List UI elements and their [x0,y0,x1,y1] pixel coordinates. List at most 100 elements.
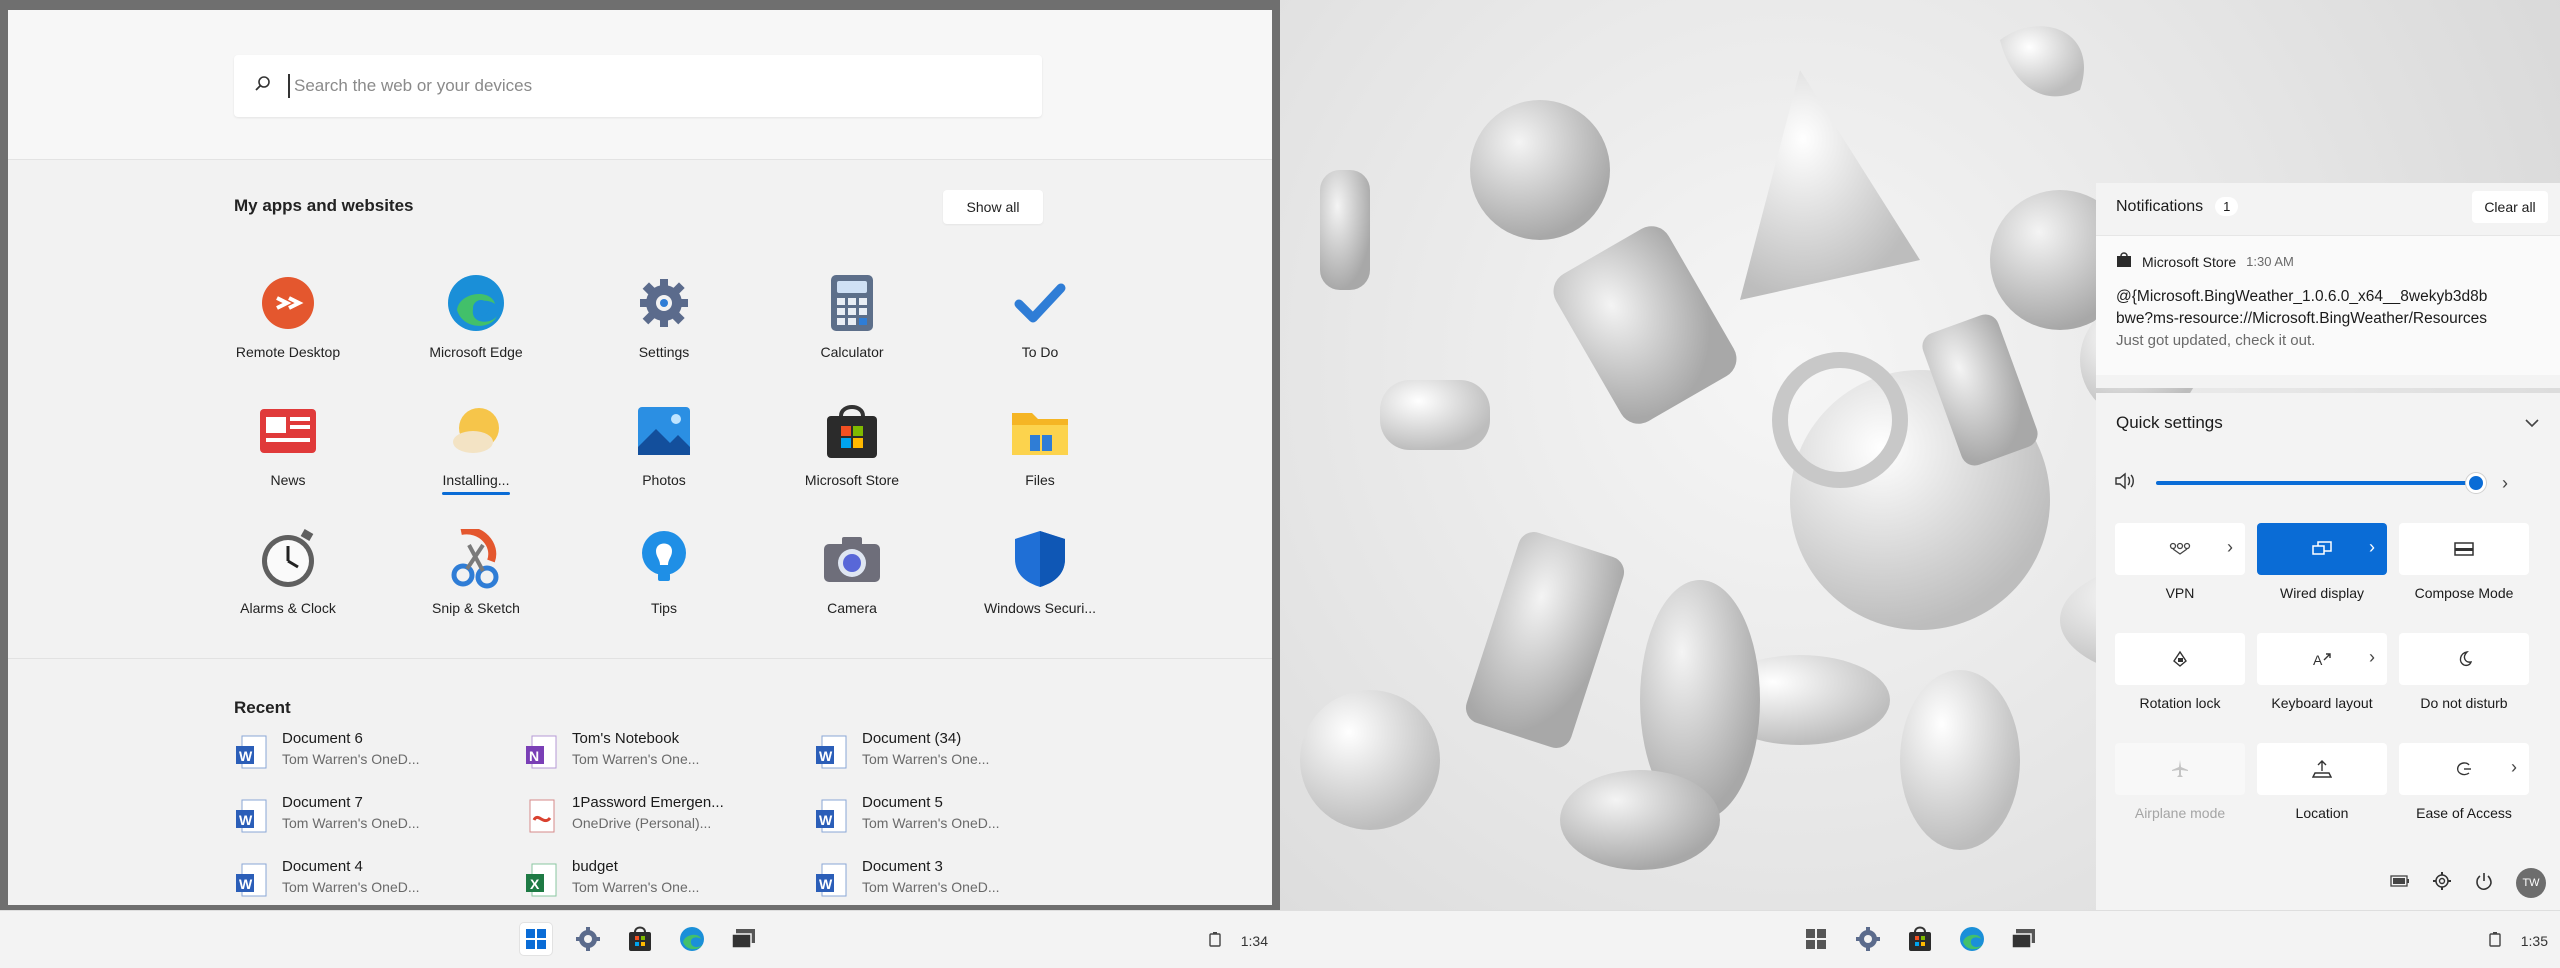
rotation-lock-icon [2173,650,2187,667]
volume-slider-thumb[interactable] [2466,473,2486,493]
app-label: Calculator [820,344,884,360]
battery-icon[interactable] [2390,874,2410,892]
taskbar-edge-button[interactable] [676,923,708,955]
search-box[interactable]: Search the web or your devices [234,55,1042,117]
recent-item-location: Tom Warren's One... [862,751,990,767]
start-header: Search the web or your devices [8,10,1272,160]
recent-item[interactable]: W Document 7 Tom Warren's OneD... [234,794,524,840]
svg-text:N: N [529,748,539,764]
tile-label: Wired display [2279,585,2365,601]
taskbar-edge-button[interactable] [1956,923,1988,955]
app-tile[interactable]: Tips [570,524,758,652]
ease-of-access-toggle[interactable]: › [2399,743,2529,795]
apps-section-title: My apps and websites [234,196,414,215]
notification-time: 1:30 AM [2246,254,2294,269]
taskbar-settings-button[interactable] [1852,923,1884,955]
chevron-down-icon[interactable] [2518,409,2546,437]
ease-of-access-icon [2457,762,2471,776]
recent-item[interactable]: N Tom's Notebook Tom Warren's One... [524,730,814,776]
app-tile[interactable]: Alarms & Clock [194,524,382,652]
vpn-icon [2169,542,2191,555]
word-file-icon: W [234,734,268,772]
recent-item[interactable]: 1Password Emergen... OneDrive (Personal).… [524,794,814,840]
vpn-toggle[interactable]: › [2115,523,2245,575]
app-label: To Do [1021,344,1059,360]
chevron-right-icon[interactable]: › [2502,473,2508,494]
svg-text:W: W [819,812,833,828]
svg-text:A: A [2313,652,2323,668]
do-not-disturb-toggle[interactable] [2399,633,2529,685]
clock[interactable]: 1:35 [2521,933,2548,949]
store-icon [629,926,651,951]
windows-logo-icon [526,929,546,949]
task-view-button[interactable] [2008,923,2040,955]
recent-item[interactable]: W Document (34) Tom Warren's One... [814,730,1104,776]
app-tile[interactable]: Settings [570,268,758,396]
recent-item-location: Tom Warren's One... [572,879,700,895]
chevron-right-icon[interactable]: › [2369,537,2375,558]
tile-label: Airplane mode [2134,805,2226,821]
chevron-right-icon[interactable]: › [2227,537,2233,558]
photos-icon [633,400,695,462]
lightbulb-icon [633,528,695,590]
notification-body: @{Microsoft.BingWeather_1.0.6.0_x64__8we… [2116,286,2556,352]
battery-icon[interactable] [1209,931,1221,950]
quick-settings-section: Quick settings › › VPN › Wired display C… [2096,393,2560,910]
word-file-icon: W [234,862,268,900]
recent-item-name: Document 3 [862,858,943,875]
task-view-button[interactable] [728,923,760,955]
tile-label: VPN [2165,585,2195,601]
compose-mode-toggle[interactable] [2399,523,2529,575]
recent-item-location: Tom Warren's OneD... [862,815,1000,831]
right-screen: Notifications 1 Clear all Microsoft Stor… [1280,0,2560,968]
app-tile[interactable]: Remote Desktop [194,268,382,396]
taskbar-store-button[interactable] [624,923,656,955]
show-all-button[interactable]: Show all [943,190,1043,224]
keyboard-layout-icon: A [2313,652,2331,668]
app-tile[interactable]: Calculator [758,268,946,396]
recent-item[interactable]: W Document 5 Tom Warren's OneD... [814,794,1104,840]
notification-card[interactable]: Microsoft Store 1:30 AM @{Microsoft.Bing… [2096,235,2560,375]
speaker-icon[interactable] [2114,472,2136,495]
taskbar-store-button[interactable] [1904,923,1936,955]
recent-item-location: Tom Warren's OneD... [862,879,1000,895]
word-file-icon: W [814,734,848,772]
apps-grid: Remote Desktop Microsoft Edge Settings C… [194,268,1134,652]
settings-gear-icon[interactable] [2432,871,2452,896]
app-tile[interactable]: Snip & Sketch [382,524,570,652]
clear-all-button[interactable]: Clear all [2472,191,2548,223]
tile-do-not-disturb: Do not disturb [2396,633,2532,733]
wired-display-toggle[interactable]: › [2257,523,2387,575]
app-tile[interactable]: To Do [946,268,1134,396]
power-icon[interactable] [2474,871,2494,896]
recent-item[interactable]: W Document 3 Tom Warren's OneD... [814,858,1104,904]
app-tile[interactable]: Microsoft Edge [382,268,570,396]
app-tile[interactable]: Photos [570,396,758,524]
recent-item[interactable]: W Document 4 Tom Warren's OneD... [234,858,524,904]
taskbar-settings-button[interactable] [572,923,604,955]
app-tile[interactable]: Installing... [382,396,570,524]
app-tile[interactable]: Microsoft Store [758,396,946,524]
chevron-right-icon[interactable]: › [2369,647,2375,668]
recent-item[interactable]: X budget Tom Warren's One... [524,858,814,904]
app-tile[interactable]: Camera [758,524,946,652]
rotation-lock-toggle[interactable] [2115,633,2245,685]
avatar[interactable]: TW [2516,868,2546,898]
airplane-mode-toggle[interactable] [2115,743,2245,795]
app-tile[interactable]: Files [946,396,1134,524]
taskbar: 1:34 [0,910,1280,968]
keyboard-layout-toggle[interactable]: A › [2257,633,2387,685]
app-tile[interactable]: News [194,396,382,524]
volume-slider[interactable] [2156,473,2486,493]
search-input[interactable]: Search the web or your devices [294,76,532,96]
recent-item[interactable]: W Document 6 Tom Warren's OneD... [234,730,524,776]
battery-icon[interactable] [2489,931,2501,950]
app-label: Settings [638,344,690,360]
start-button[interactable] [520,923,552,955]
start-button[interactable] [1800,923,1832,955]
app-tile[interactable]: Windows Securi... [946,524,1134,652]
tile-compose-mode: Compose Mode [2396,523,2532,623]
chevron-right-icon[interactable]: › [2511,757,2517,778]
location-toggle[interactable] [2257,743,2387,795]
clock[interactable]: 1:34 [1241,933,1268,949]
